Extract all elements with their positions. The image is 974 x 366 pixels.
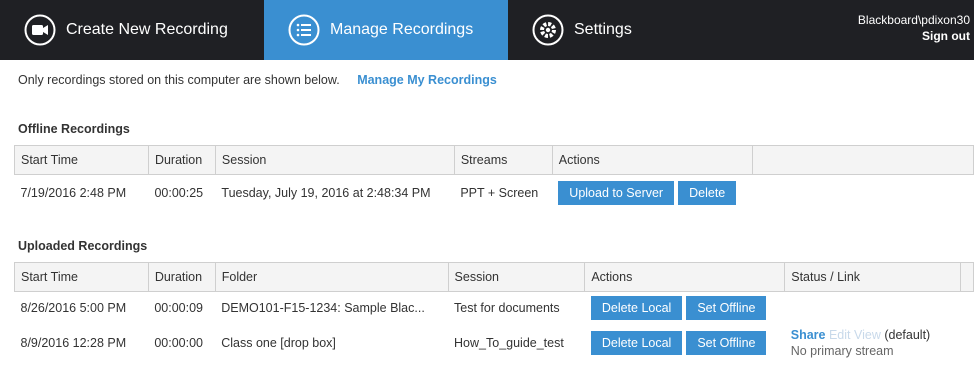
info-text: Only recordings stored on this computer …: [18, 73, 340, 87]
gear-icon: [532, 14, 564, 46]
start-time-cell: 8/26/2016 5:00 PM: [20, 301, 127, 316]
status-cell: [785, 292, 961, 325]
view-link[interactable]: View: [854, 328, 881, 342]
table-row[interactable]: 7/19/2016 2:48 PM 00:00:25 Tuesday, July…: [15, 175, 974, 211]
tab-manage-label: Manage Recordings: [330, 21, 474, 38]
column-header[interactable]: Duration: [147, 262, 216, 292]
session-cell: How_To_guide_test: [454, 335, 564, 350]
duration-cell: 00:00:25: [154, 185, 204, 200]
start-time-cell: 7/19/2016 2:48 PM: [20, 185, 127, 200]
uploaded-recordings-table: Start Time Duration Folder Session Actio…: [14, 262, 974, 361]
column-header[interactable]: Start Time: [14, 145, 149, 175]
delete-local-button[interactable]: Delete Local: [590, 330, 683, 355]
set-offline-button[interactable]: Set Offline: [686, 330, 767, 355]
info-note: Only recordings stored on this computer …: [18, 73, 497, 87]
user-name: Blackboard\pdixon30: [857, 13, 970, 27]
tab-manage-recordings[interactable]: Manage Recordings: [264, 0, 508, 60]
actions-cell: Delete Local Set Offline: [585, 325, 785, 361]
table-header-row: Start Time Duration Session Streams Acti…: [14, 145, 974, 175]
upload-to-server-button[interactable]: Upload to Server: [558, 180, 675, 205]
duration-cell: 00:00:00: [154, 335, 203, 350]
sign-out-link[interactable]: Sign out: [858, 28, 970, 44]
column-header[interactable]: Streams: [453, 145, 553, 175]
start-time-cell: 8/9/2016 12:28 PM: [20, 335, 127, 350]
top-nav-bar: Create New Recording Manage Recordings S…: [0, 0, 974, 60]
blank-cell: [752, 175, 973, 211]
column-header[interactable]: Actions: [584, 262, 786, 292]
status-text: No primary stream: [790, 343, 894, 358]
delete-local-button[interactable]: Delete Local: [590, 296, 683, 321]
share-link[interactable]: Share: [791, 328, 826, 342]
status-cell: Share Edit View (default) No primary str…: [785, 325, 961, 361]
set-offline-button[interactable]: Set Offline: [686, 296, 767, 321]
column-header-blank: [751, 145, 974, 175]
delete-button[interactable]: Delete: [678, 180, 737, 205]
manage-my-recordings-link[interactable]: Manage My Recordings: [357, 73, 497, 87]
column-header[interactable]: Session: [447, 262, 586, 292]
blank-cell: [960, 292, 973, 325]
tab-settings-label: Settings: [574, 21, 632, 38]
folder-cell: Class one [drop box]: [221, 335, 336, 350]
offline-recordings-title: Offline Recordings: [18, 122, 130, 136]
column-header[interactable]: Session: [214, 145, 455, 175]
table-row[interactable]: 8/26/2016 5:00 PM 00:00:09 DEMO101-F15-1…: [15, 292, 974, 325]
column-header[interactable]: Duration: [147, 145, 216, 175]
column-header[interactable]: Start Time: [14, 262, 149, 292]
uploaded-recordings-title: Uploaded Recordings: [18, 239, 148, 253]
session-cell: Tuesday, July 19, 2016 at 2:48:34 PM: [221, 185, 431, 200]
session-cell: Test for documents: [454, 301, 560, 316]
default-label: (default): [884, 327, 931, 342]
column-header[interactable]: Status / Link: [784, 262, 961, 292]
column-header-blank: [959, 262, 974, 292]
column-header[interactable]: Actions: [551, 145, 753, 175]
tab-settings[interactable]: Settings: [508, 0, 808, 60]
duration-cell: 00:00:09: [154, 301, 203, 316]
tab-create-new-recording[interactable]: Create New Recording: [0, 0, 264, 60]
offline-recordings-table: Start Time Duration Session Streams Acti…: [14, 145, 974, 211]
blank-cell: [960, 325, 973, 361]
video-camera-icon: [24, 14, 56, 46]
user-box: Blackboard\pdixon30 Sign out: [858, 12, 970, 44]
list-icon: [288, 14, 320, 46]
tab-create-label: Create New Recording: [66, 21, 228, 38]
actions-cell: Upload to Server Delete: [552, 175, 752, 211]
streams-cell: PPT + Screen: [460, 185, 539, 200]
actions-cell: Delete Local Set Offline: [585, 292, 785, 325]
table-row[interactable]: 8/9/2016 12:28 PM 00:00:00 Class one [dr…: [15, 325, 974, 361]
edit-link[interactable]: Edit: [829, 328, 851, 342]
folder-cell: DEMO101-F15-1234: Sample Blac...: [221, 301, 425, 316]
column-header[interactable]: Folder: [214, 262, 449, 292]
table-header-row: Start Time Duration Folder Session Actio…: [14, 262, 974, 292]
